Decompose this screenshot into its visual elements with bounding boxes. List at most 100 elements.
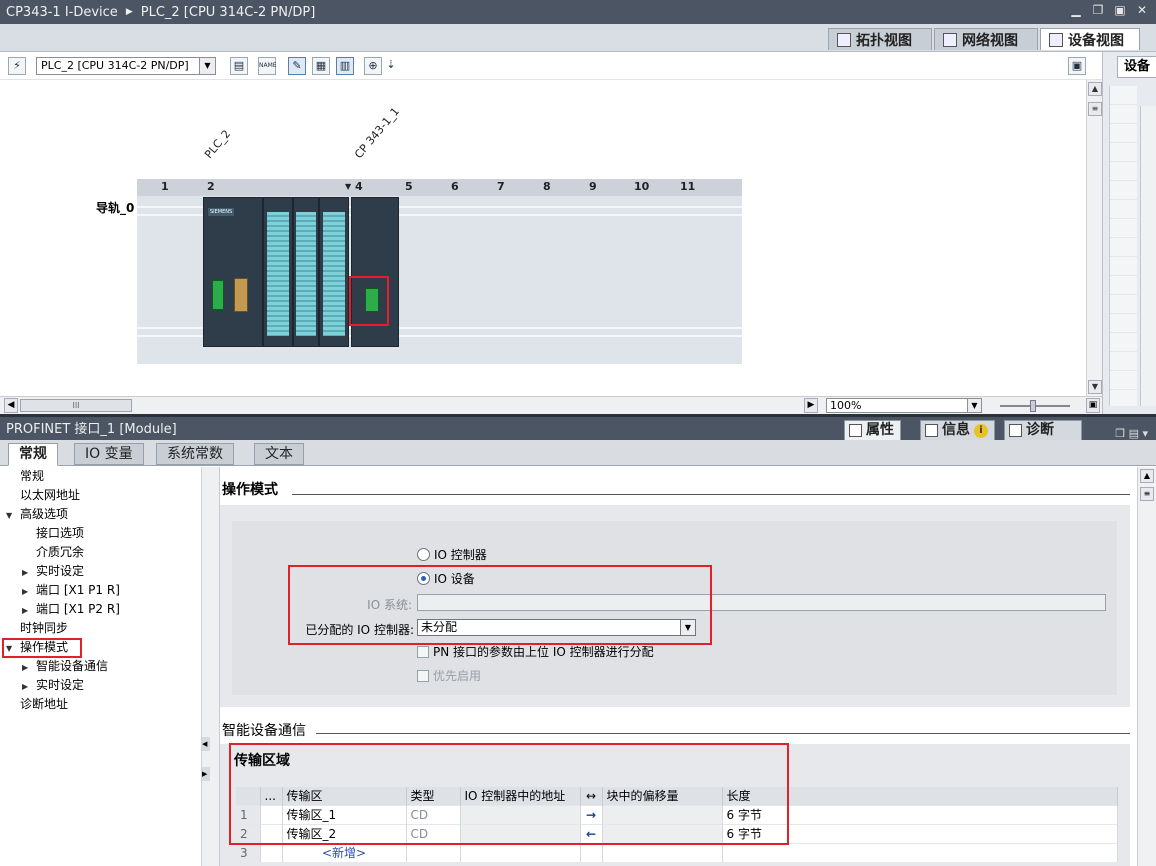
collapsed-icon[interactable]: ▶	[22, 658, 36, 677]
scroll-thumb[interactable]: III	[20, 399, 132, 412]
scrollbar[interactable]	[1140, 106, 1156, 406]
expand-nav-icon[interactable]: ▶	[202, 767, 210, 781]
info-badge-icon: i	[974, 423, 988, 438]
tab-topology-view[interactable]: 拓扑视图	[828, 28, 932, 50]
scroll-right-icon[interactable]: ▶	[804, 398, 818, 413]
slot-number: 7	[497, 180, 505, 193]
nav-item-realtime-settings-2[interactable]: ▶ 实时设定	[22, 676, 84, 695]
tab-general[interactable]: 常规	[8, 443, 58, 466]
priority-startup-checkbox[interactable]: 优先启用	[417, 667, 481, 684]
controller-address[interactable]	[460, 842, 581, 862]
tab-io-tags[interactable]: IO 变量	[74, 443, 144, 465]
scroll-thumb[interactable]: ≡	[1088, 102, 1102, 116]
checkbox-label: 优先启用	[433, 669, 482, 683]
io-module[interactable]	[263, 197, 293, 347]
io-led-strip	[296, 212, 316, 336]
nav-item-label: 介质冗余	[36, 545, 85, 559]
show-name-icon[interactable]: NAME	[258, 57, 277, 75]
nav-item-interface-options[interactable]: 接口选项	[36, 524, 84, 543]
nav-splitter[interactable]: ◀ ▶	[202, 467, 220, 866]
transfer-length[interactable]	[722, 842, 1118, 862]
io-module[interactable]	[319, 197, 349, 347]
title-bar: CP343-1 I-Device ▶ PLC_2 [CPU 314C-2 PN/…	[0, 0, 1156, 24]
canvas-vertical-scrollbar[interactable]: ▲ ≡ ▼	[1086, 80, 1102, 396]
close-icon[interactable]: ✕	[1134, 3, 1150, 17]
nav-item-idevice-comm[interactable]: ▶ 智能设备通信	[22, 657, 108, 676]
device-select[interactable]: PLC_2 [CPU 314C-2 PN/DP] ▼	[36, 57, 216, 75]
minimize-icon[interactable]: ▁	[1068, 3, 1084, 17]
tab-system-constants[interactable]: 系统常数	[156, 443, 234, 465]
nav-item-diagnostic-address[interactable]: 诊断地址	[20, 695, 68, 714]
nav-item-ethernet-address[interactable]: 以太网地址	[20, 486, 80, 505]
zoom-value: 100%	[830, 399, 862, 412]
zoom-icon[interactable]: ⊕	[364, 57, 382, 75]
content-scrollbar[interactable]: ▲ ≡	[1137, 467, 1156, 866]
overview-icon[interactable]: ▣	[1068, 57, 1086, 75]
project-name: CP343-1 I-Device	[6, 4, 118, 20]
nav-item-general[interactable]: 常规	[20, 467, 44, 486]
cpu-module[interactable]: SIEMENS	[203, 197, 263, 347]
nav-item-realtime-settings[interactable]: ▶ 实时设定	[22, 562, 84, 581]
scroll-up-icon[interactable]: ▲	[1088, 82, 1102, 96]
canvas-horizontal-scrollbar[interactable]: ◀ III ▶ 100% ▼ ▣	[0, 396, 1102, 414]
zoom-slider-handle[interactable]	[1030, 400, 1036, 412]
rail-label: 导轨_0	[96, 201, 135, 215]
properties-icon	[849, 424, 862, 437]
fit-view-icon[interactable]: ▣	[1086, 398, 1100, 413]
chevron-down-icon[interactable]: ▼	[199, 58, 215, 74]
tab-texts[interactable]: 文本	[254, 443, 304, 465]
window-controls: ▁ ❐ ▣ ✕	[1068, 3, 1150, 17]
collapsed-icon[interactable]: ▶	[22, 582, 36, 601]
tab-diagnostics[interactable]: 诊断	[1004, 420, 1082, 441]
nav-item-port-2[interactable]: ▶ 端口 [X1 P2 R]	[22, 600, 120, 619]
maximize-icon[interactable]: ▣	[1112, 3, 1128, 17]
block-offset[interactable]	[602, 842, 723, 862]
tab-properties[interactable]: 属性	[844, 420, 901, 441]
collapsed-icon[interactable]: ▶	[22, 563, 36, 582]
row-menu[interactable]	[260, 842, 283, 862]
chevron-down-icon[interactable]: ▼	[967, 399, 981, 412]
nav-item-label: 接口选项	[36, 526, 85, 540]
scroll-left-icon[interactable]: ◀	[4, 398, 18, 413]
row-number: 3	[236, 842, 261, 862]
download-icon[interactable]: ⇣	[382, 57, 400, 75]
io-controller-radio[interactable]: IO 控制器	[417, 546, 487, 563]
radio-icon[interactable]	[417, 548, 430, 561]
restore-icon[interactable]: ❐	[1090, 3, 1106, 17]
io-module[interactable]	[293, 197, 319, 347]
scroll-thumb[interactable]: ≡	[1140, 487, 1154, 501]
scroll-down-icon[interactable]: ▼	[1088, 380, 1102, 394]
tab-label: 网络视图	[962, 32, 1018, 49]
table-icon[interactable]: ▥	[336, 57, 354, 75]
collapsed-icon[interactable]: ▶	[22, 601, 36, 620]
direction-arrow-icon[interactable]	[580, 842, 603, 862]
tab-device-overview[interactable]: 设备	[1117, 56, 1156, 78]
draw-icon[interactable]: ✎	[288, 57, 306, 75]
tab-label: 信息	[942, 422, 970, 438]
checkbox-icon[interactable]	[417, 645, 429, 658]
nav-item-clock-sync[interactable]: 时钟同步	[20, 619, 68, 638]
rack[interactable]: 1 2 ▼ 4 5 6 7 8 9 10 11 SIEMENS	[137, 179, 742, 364]
plug-icon[interactable]: ⚡	[8, 57, 26, 75]
rack-icon[interactable]: ▤	[230, 57, 248, 75]
expanded-icon[interactable]: ▼	[6, 506, 20, 525]
tab-network-view[interactable]: 网络视图	[934, 28, 1038, 50]
nav-item-media-redundancy[interactable]: 介质冗余	[36, 543, 84, 562]
table-row[interactable]: 3 <新增>	[236, 842, 1118, 862]
pn-params-checkbox[interactable]: PN 接口的参数由上位 IO 控制器进行分配	[417, 643, 654, 660]
device-canvas[interactable]: PLC_2 CP 343-1_1 导轨_0 1 2 ▼ 4 5 6 7 8 9 …	[0, 80, 1086, 396]
checkbox-icon[interactable]	[417, 669, 429, 682]
nav-item-label: 高级选项	[20, 507, 69, 521]
tab-info[interactable]: 信息 i	[920, 420, 995, 441]
scroll-up-icon[interactable]: ▲	[1140, 469, 1154, 483]
topology-icon	[837, 32, 851, 47]
zoom-select[interactable]: 100% ▼	[826, 398, 982, 413]
grid-icon[interactable]: ▦	[312, 57, 330, 75]
transfer-type[interactable]	[406, 842, 461, 862]
collapse-nav-icon[interactable]: ◀	[202, 737, 210, 751]
tab-device-view[interactable]: 设备视图	[1040, 28, 1140, 50]
add-new-row[interactable]: <新增>	[282, 842, 407, 862]
nav-item-advanced-options[interactable]: ▼ 高级选项	[6, 505, 68, 524]
collapsed-icon[interactable]: ▶	[22, 677, 36, 696]
nav-item-port-1[interactable]: ▶ 端口 [X1 P1 R]	[22, 581, 120, 600]
